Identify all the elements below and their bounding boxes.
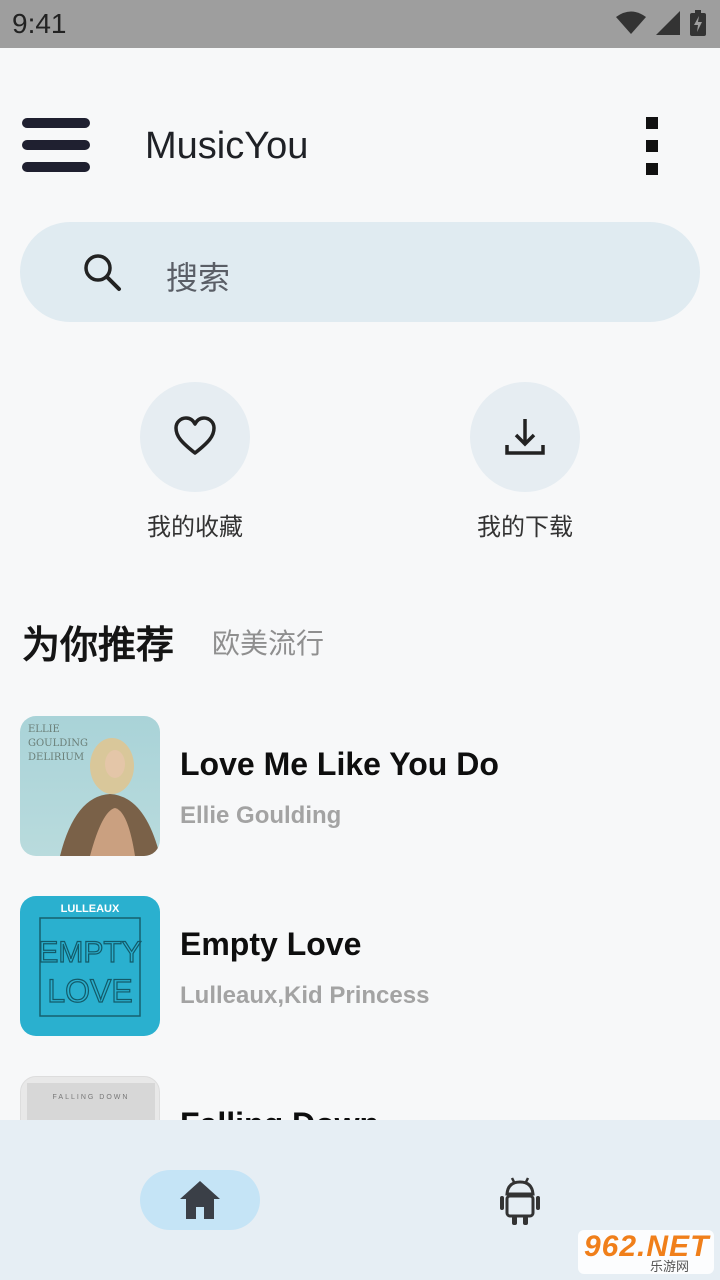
downloads-action[interactable]: 我的下载 xyxy=(470,382,580,541)
album-art-empty-love: LULLEAUX EMPTY LOVE xyxy=(38,903,142,1017)
more-dot xyxy=(646,163,658,175)
downloads-circle[interactable] xyxy=(470,382,580,492)
cover-text: EMPTY xyxy=(38,936,141,969)
watermark-subtext: 乐游网 xyxy=(650,1260,690,1275)
song-artist: Lulleaux,Kid Princess xyxy=(180,982,430,1009)
album-cover: ELLIE GOULDING DELIRIUM xyxy=(20,716,160,856)
nav-home-button[interactable] xyxy=(140,1170,260,1230)
more-options-button[interactable] xyxy=(634,115,670,177)
menu-icon-line xyxy=(22,118,90,128)
menu-button[interactable] xyxy=(22,118,92,174)
favorites-action[interactable]: 我的收藏 xyxy=(140,382,250,541)
more-dot xyxy=(646,140,658,152)
recommend-title: 为你推荐 xyxy=(22,623,175,667)
cover-text: DELIRIUM xyxy=(28,752,84,763)
cover-text: GOULDING xyxy=(28,738,88,749)
watermark-logo: 962.NET 乐游网 xyxy=(578,1230,714,1275)
recommend-category-tab[interactable]: 欧美流行 xyxy=(212,622,324,662)
album-art-ellie: ELLIE GOULDING DELIRIUM xyxy=(28,724,160,856)
cover-text: ELLIE xyxy=(28,724,60,735)
cover-text: FALLING DOWN xyxy=(53,1094,130,1101)
cover-text: LULLEAUX xyxy=(61,903,120,915)
more-dot xyxy=(646,117,658,129)
wifi-icon xyxy=(616,11,646,34)
app-bar: MusicYou xyxy=(0,100,720,196)
favorites-label: 我的收藏 xyxy=(147,513,243,541)
song-title: Empty Love xyxy=(180,926,362,962)
search-placeholder: 搜索 xyxy=(166,259,231,297)
status-bar: 9:41 xyxy=(0,0,720,48)
download-icon xyxy=(505,419,545,455)
song-item[interactable]: LULLEAUX EMPTY LOVE Empty Love Lulleaux,… xyxy=(20,896,700,1036)
menu-icon-line xyxy=(22,162,90,172)
song-artist: Ellie Goulding xyxy=(180,802,342,829)
search-bar[interactable]: 搜索 xyxy=(20,222,700,322)
heart-icon xyxy=(174,416,216,455)
android-icon[interactable] xyxy=(500,1176,540,1226)
downloads-label: 我的下载 xyxy=(477,513,573,541)
album-cover: LULLEAUX EMPTY LOVE xyxy=(20,896,160,1036)
home-icon xyxy=(180,1181,220,1219)
song-item[interactable]: ELLIE GOULDING DELIRIUM Love Me Like You… xyxy=(20,716,700,856)
cover-text: LOVE xyxy=(47,973,132,1009)
battery-icon xyxy=(690,10,706,36)
search-icon xyxy=(84,254,121,291)
bottom-navigation: 962.NET 乐游网 xyxy=(0,1120,720,1280)
app-title: MusicYou xyxy=(145,125,309,167)
favorites-circle[interactable] xyxy=(140,382,250,492)
song-title: Love Me Like You Do xyxy=(180,746,499,782)
signal-icon xyxy=(656,11,680,35)
status-time: 9:41 xyxy=(12,8,67,39)
watermark-text: 962.NET xyxy=(584,1230,710,1263)
status-icons xyxy=(616,10,706,36)
menu-icon-line xyxy=(22,140,90,150)
